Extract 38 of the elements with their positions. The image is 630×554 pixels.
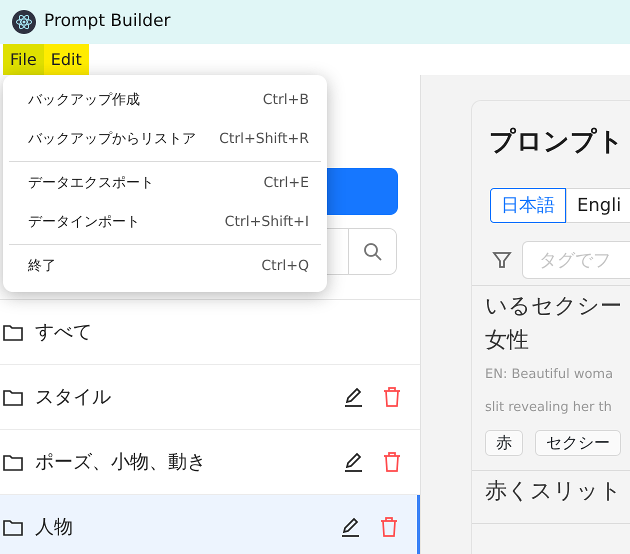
folder-name: すべて bbox=[35, 320, 93, 345]
folder-name: ポーズ、小物、動き bbox=[35, 450, 207, 475]
option-label: バックアップ作成 bbox=[28, 91, 140, 110]
menu-option[interactable]: データインポート Ctrl+Shift+I bbox=[9, 203, 321, 242]
folder-name: 人物 bbox=[35, 514, 74, 540]
menu-option[interactable]: 終了 Ctrl+Q bbox=[9, 247, 321, 286]
folder-item[interactable]: 人物 bbox=[0, 495, 420, 554]
option-label: データエクスポート bbox=[28, 174, 154, 193]
option-label: 終了 bbox=[28, 257, 56, 276]
language-tab[interactable]: Engli bbox=[566, 188, 630, 223]
prompt-title: 赤くスリット bbox=[485, 478, 623, 506]
prompt-item[interactable]: 赤くスリット bbox=[472, 471, 630, 524]
menu-option[interactable]: データエクスポート Ctrl+E bbox=[9, 164, 321, 203]
prompt-title: いるセクシー bbox=[485, 293, 623, 321]
menu-item[interactable]: File bbox=[3, 44, 44, 75]
shortcut-text: Ctrl+Q bbox=[261, 257, 309, 276]
english-text: slit revealing her th bbox=[485, 399, 613, 417]
shortcut-text: Ctrl+Shift+I bbox=[224, 213, 309, 232]
prompt-item[interactable]: いるセクシー 女性 EN: Beautiful woma slit revealing her th 赤 セクシー bbox=[472, 286, 630, 471]
folder-item[interactable]: スタイル bbox=[0, 365, 420, 430]
shortcut-text: Ctrl+Shift+R bbox=[219, 130, 309, 149]
option-label: バックアップからリストア bbox=[28, 130, 196, 149]
tag-filter-field[interactable]: タグでフ bbox=[522, 241, 630, 279]
tag: セクシー bbox=[535, 430, 621, 456]
window-title: Prompt Builder bbox=[44, 10, 171, 34]
tag: 赤 bbox=[485, 430, 523, 456]
folder-item[interactable]: すべて bbox=[0, 300, 420, 365]
menu-option[interactable]: バックアップ作成 Ctrl+B bbox=[9, 81, 321, 120]
shortcut-text: Ctrl+B bbox=[262, 91, 309, 110]
english-text: EN: Beautiful woma bbox=[485, 366, 614, 384]
menu-option[interactable]: バックアップからリストア Ctrl+Shift+R bbox=[9, 120, 321, 159]
prompt-title: 女性 bbox=[485, 327, 530, 355]
folder-name: スタイル bbox=[35, 384, 112, 410]
shortcut-text: Ctrl+E bbox=[264, 174, 309, 193]
menu-item[interactable]: Edit bbox=[44, 44, 89, 75]
language-tab[interactable]: 日本語 bbox=[490, 188, 566, 223]
page-title: プロンプト bbox=[489, 126, 625, 159]
option-label: データインポート bbox=[28, 213, 140, 232]
